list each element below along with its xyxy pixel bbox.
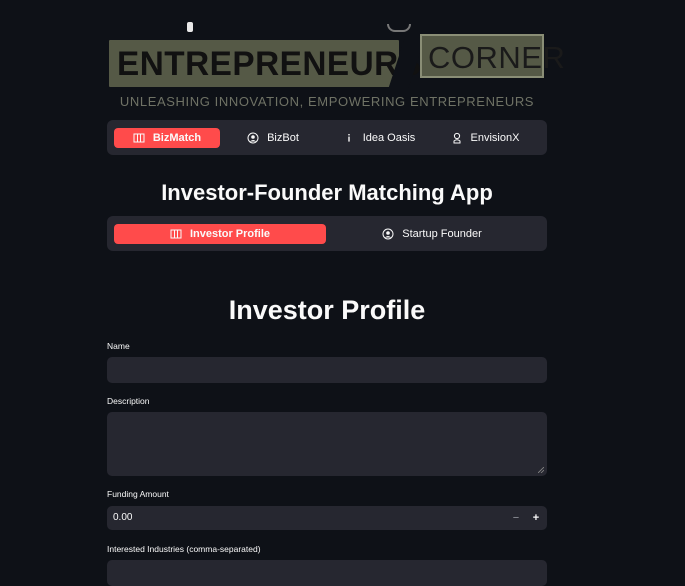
page-title: Investor Profile bbox=[228, 295, 426, 325]
description-textarea[interactable] bbox=[107, 412, 547, 476]
funding-label: Funding Amount bbox=[107, 489, 169, 499]
logo-right-block: CORNER bbox=[420, 34, 565, 78]
logo-fragment bbox=[387, 24, 411, 32]
logo-tagline: UNLEASHING INNOVATION, EMPOWERING ENTREP… bbox=[119, 94, 535, 109]
resize-handle-icon[interactable] bbox=[538, 467, 544, 473]
description-field-wrapper bbox=[107, 412, 547, 476]
person-circle-icon bbox=[247, 132, 259, 143]
name-field-wrapper bbox=[107, 357, 547, 383]
map-icon bbox=[170, 229, 182, 238]
industries-input[interactable] bbox=[107, 560, 547, 586]
description-label: Description bbox=[107, 396, 150, 406]
logo: ENTREPRENEURS CORNER UNLEASHING INNOVATI… bbox=[107, 0, 565, 112]
tab-label: EnvisionX bbox=[470, 131, 520, 144]
tab-investor-profile[interactable]: Investor Profile bbox=[114, 223, 326, 244]
funding-field-wrapper: 0.00 − + bbox=[107, 506, 547, 530]
industries-field-wrapper bbox=[107, 560, 547, 586]
tab-startup-founder[interactable]: Startup Founder bbox=[326, 224, 538, 244]
tab-label: Idea Oasis bbox=[362, 131, 416, 144]
logo-right-text: CORNER bbox=[428, 40, 566, 75]
increment-button[interactable]: + bbox=[526, 506, 546, 530]
name-label: Name bbox=[107, 341, 130, 351]
industries-label: Interested Industries (comma-separated) bbox=[107, 544, 261, 554]
sub-nav: Investor Profile Startup Founder bbox=[107, 216, 547, 251]
person-circle-icon bbox=[382, 228, 394, 239]
map-icon bbox=[133, 133, 145, 142]
logo-left-text: ENTREPRENEURS bbox=[117, 45, 422, 83]
tab-label: Startup Founder bbox=[402, 227, 482, 240]
info-icon bbox=[348, 133, 350, 142]
person-pin-icon bbox=[453, 132, 461, 143]
tab-bizbot[interactable]: BizBot bbox=[220, 128, 326, 148]
tab-label: Investor Profile bbox=[189, 227, 271, 240]
tab-label: BizMatch bbox=[152, 131, 202, 144]
logo-left-block: ENTREPRENEURS bbox=[109, 40, 421, 87]
tab-envisionx[interactable]: EnvisionX bbox=[432, 128, 538, 148]
decrement-button[interactable]: − bbox=[506, 506, 526, 530]
tab-idea-oasis[interactable]: Idea Oasis bbox=[326, 128, 432, 148]
funding-input[interactable]: 0.00 bbox=[113, 506, 132, 530]
logo-fragment bbox=[187, 22, 193, 32]
tab-label: BizBot bbox=[267, 131, 299, 144]
main-nav: BizMatch BizBot Idea Oasis EnvisionX bbox=[107, 120, 547, 155]
app-title: Investor-Founder Matching App bbox=[161, 180, 493, 205]
tab-bizmatch[interactable]: BizMatch bbox=[114, 127, 220, 148]
name-input[interactable] bbox=[107, 357, 547, 383]
